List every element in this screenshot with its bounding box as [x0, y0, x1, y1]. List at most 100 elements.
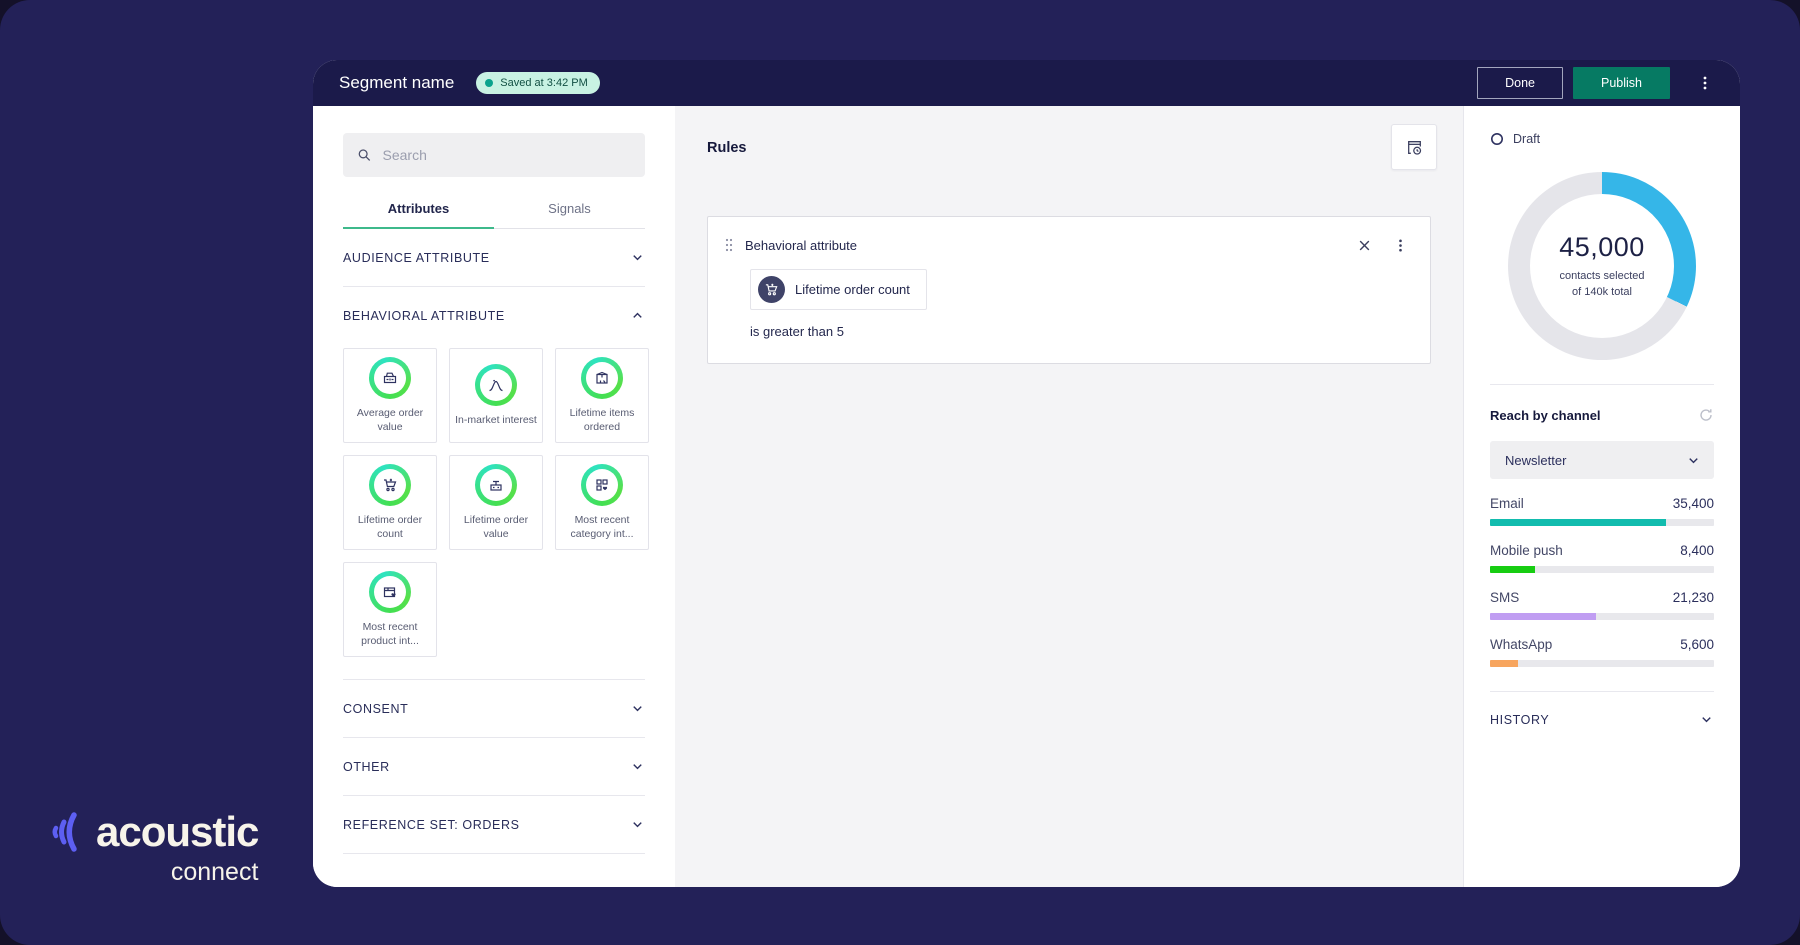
section-behavioral-attribute[interactable]: BEHAVIORAL ATTRIBUTE	[343, 287, 645, 344]
channel-row: Email 35,400	[1490, 496, 1714, 526]
attribute-tile-label: Lifetime items ordered	[569, 406, 635, 433]
publish-button[interactable]: Publish	[1573, 67, 1670, 99]
search-icon	[357, 147, 372, 163]
attribute-tile[interactable]: Average order value	[343, 348, 437, 443]
divider	[1490, 384, 1714, 385]
rule-overflow-menu[interactable]	[1393, 238, 1408, 253]
channel-row: Mobile push 8,400	[1490, 543, 1714, 573]
page-background: acoustic connect Segment name Saved at 3…	[0, 0, 1800, 945]
channel-name: Mobile push	[1490, 543, 1563, 558]
channel-list: Email 35,400 Mobile push 8,400 SMS 21,23…	[1490, 496, 1714, 667]
chevron-up-icon	[630, 308, 645, 323]
refresh-icon	[1698, 407, 1714, 423]
contacts-selected-caption: contacts selected of 140k total	[1559, 269, 1645, 298]
channel-value: 35,400	[1672, 496, 1714, 511]
drag-handle[interactable]	[724, 237, 734, 253]
remove-rule-button[interactable]	[1358, 239, 1371, 252]
attribute-tile-label: Most recent category int...	[570, 513, 634, 540]
rules-heading: Rules	[707, 140, 747, 156]
channel-name: SMS	[1490, 590, 1520, 605]
saved-status-badge: Saved at 3:42 PM	[476, 72, 600, 94]
rule-type-label: Behavioral attribute	[745, 237, 858, 253]
tab-signals[interactable]: Signals	[494, 201, 645, 229]
contacts-donut-chart: 45,000 contacts selected of 140k total	[1508, 172, 1696, 360]
attribute-sidebar: Attributes Signals AUDIENCE ATTRIBUTE BE…	[313, 106, 675, 887]
chip-icon-circle	[758, 276, 785, 303]
section-audience-attribute[interactable]: AUDIENCE ATTRIBUTE	[343, 229, 645, 286]
channel-progress-track	[1490, 566, 1714, 573]
saved-dot-icon	[485, 79, 494, 87]
logo-brand-text: acoustic	[96, 808, 259, 855]
attribute-chip[interactable]: Lifetime order count	[750, 269, 927, 310]
saved-badge-label: Saved at 3:42 PM	[500, 77, 588, 89]
category-heart-icon	[594, 477, 610, 493]
attribute-tile[interactable]: Most recent product int...	[343, 562, 437, 657]
segment-name-title[interactable]: Segment name	[339, 73, 454, 93]
channel-filter-dropdown[interactable]: Newsletter	[1490, 441, 1714, 479]
section-history[interactable]: HISTORY	[1490, 692, 1714, 747]
draft-circle-icon	[1490, 132, 1504, 146]
attribute-tile-label: Most recent product int...	[361, 620, 419, 647]
header-overflow-menu[interactable]	[1696, 74, 1714, 92]
section-label: OTHER	[343, 759, 390, 774]
chevron-down-icon	[1699, 712, 1714, 727]
product-heart-icon	[382, 584, 398, 600]
channel-progress-track	[1490, 613, 1714, 620]
section-consent[interactable]: CONSENT	[343, 680, 645, 737]
kebab-icon	[1697, 75, 1713, 91]
attribute-tile[interactable]: Lifetime items ordered	[555, 348, 649, 443]
tile-gradient-ring	[369, 356, 411, 399]
attribute-tile-label: In-market interest	[455, 413, 537, 426]
tile-gradient-ring	[475, 363, 517, 406]
contacts-selected-count: 45,000	[1559, 231, 1645, 262]
attribute-tile[interactable]: In-market interest	[449, 348, 543, 443]
tile-gradient-ring	[475, 463, 517, 506]
search-box[interactable]	[343, 133, 645, 177]
close-icon	[1358, 239, 1371, 252]
sidebar-tabs: Attributes Signals	[343, 201, 645, 229]
section-other[interactable]: OTHER	[343, 738, 645, 795]
drag-handle-icon	[724, 237, 734, 253]
cart-icon	[382, 477, 398, 493]
reach-by-channel-title: Reach by channel	[1490, 407, 1601, 423]
channel-value: 8,400	[1680, 543, 1714, 558]
toggle-summary-panel-button[interactable]	[1391, 124, 1437, 170]
channel-progress-fill	[1490, 566, 1535, 573]
attribute-tile[interactable]: Lifetime order value	[449, 455, 543, 550]
channel-value: 21,230	[1672, 590, 1714, 605]
register-value-icon	[488, 477, 504, 493]
cash-register-icon	[382, 370, 398, 386]
attribute-tile-label: Lifetime order count	[357, 513, 423, 540]
panel-clock-icon	[1405, 138, 1424, 157]
tile-gradient-ring	[369, 570, 411, 613]
attribute-tile-label: Average order value	[356, 406, 424, 433]
channel-value: 5,600	[1680, 637, 1714, 652]
tab-attributes[interactable]: Attributes	[343, 201, 494, 229]
bell-curve-icon	[488, 377, 504, 393]
summary-panel: Draft 45,000 contacts selected of 140k t…	[1463, 106, 1740, 887]
chevron-down-icon	[630, 817, 645, 832]
attribute-tile[interactable]: Most recent category int...	[555, 455, 649, 550]
cart-icon	[764, 282, 779, 297]
refresh-button[interactable]	[1698, 407, 1714, 423]
attribute-tile[interactable]: Lifetime order count	[343, 455, 437, 550]
acoustic-logo: acoustic connect	[50, 808, 259, 887]
section-label: AUDIENCE ATTRIBUTE	[343, 250, 490, 265]
channel-progress-track	[1490, 660, 1714, 667]
tile-gradient-ring	[369, 463, 411, 506]
donut-center: 45,000 contacts selected of 140k total	[1530, 194, 1674, 338]
channel-progress-fill	[1490, 660, 1518, 667]
channel-row: SMS 21,230	[1490, 590, 1714, 620]
search-input[interactable]	[382, 147, 631, 163]
section-label: CONSENT	[343, 701, 409, 716]
kebab-icon	[1393, 238, 1408, 253]
attribute-tile-label: Lifetime order value	[463, 513, 529, 540]
channel-name: Email	[1490, 496, 1524, 511]
logo-product-text: connect	[170, 858, 259, 886]
rule-condition-text[interactable]: is greater than 5	[750, 324, 1408, 339]
done-button[interactable]: Done	[1477, 67, 1563, 99]
channel-name: WhatsApp	[1490, 637, 1553, 652]
channel-progress-fill	[1490, 613, 1596, 620]
section-reference-set-orders[interactable]: REFERENCE SET: ORDERS	[343, 796, 645, 853]
section-label: REFERENCE SET: ORDERS	[343, 817, 520, 832]
